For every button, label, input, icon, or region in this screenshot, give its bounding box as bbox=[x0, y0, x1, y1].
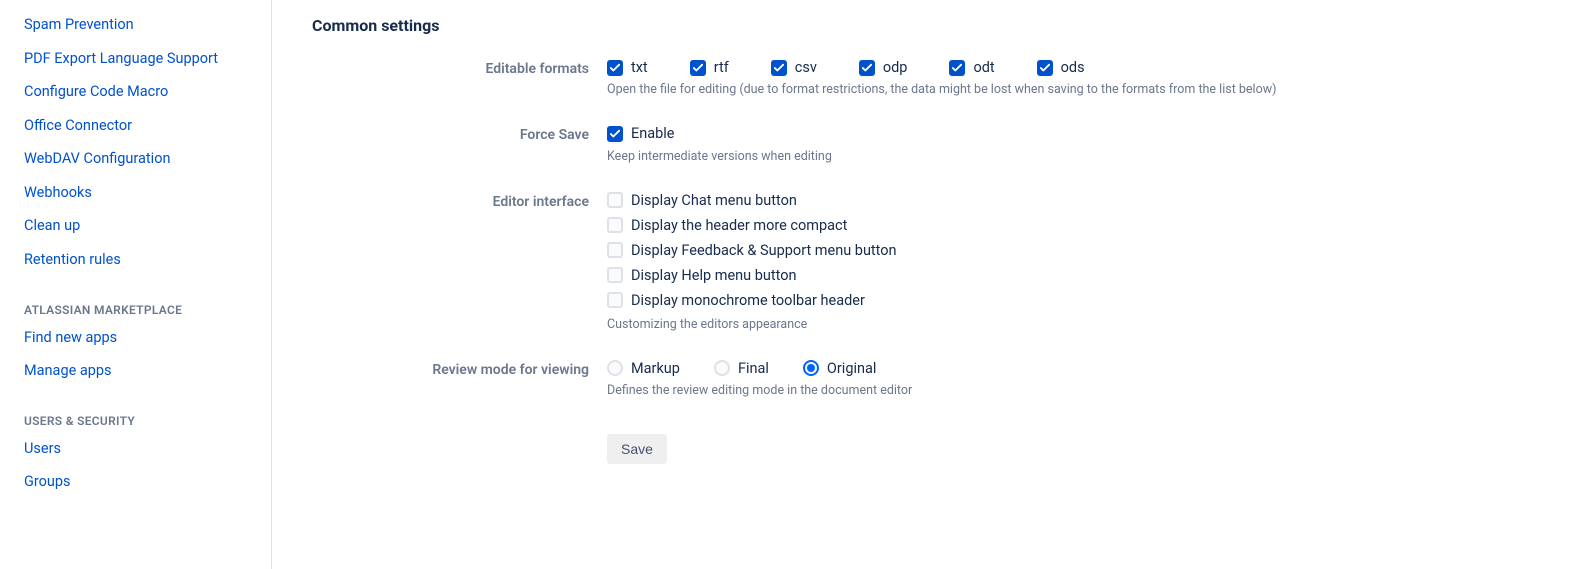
sidebar-item[interactable]: WebDAV Configuration bbox=[24, 142, 263, 176]
force-save-checkbox[interactable]: Enable bbox=[607, 125, 675, 142]
sidebar: Spam PreventionPDF Export Language Suppo… bbox=[0, 0, 272, 569]
save-button[interactable]: Save bbox=[607, 434, 667, 464]
sidebar-item[interactable]: Retention rules bbox=[24, 243, 263, 277]
editor-interface-group: Display Chat menu button Display the head… bbox=[607, 192, 1538, 309]
sidebar-item[interactable]: Groups bbox=[24, 465, 263, 499]
row-review-mode: Review mode for viewing Markup Final Origi… bbox=[312, 360, 1538, 420]
row-editor-interface: Editor interface Display Chat menu butto… bbox=[312, 192, 1538, 354]
checkbox-icon bbox=[607, 192, 623, 208]
checkbox-label: csv bbox=[795, 59, 817, 76]
checkbox-icon bbox=[690, 60, 706, 76]
checkbox-icon bbox=[607, 267, 623, 283]
editable-formats-group: txt rtf csv odp odt ods bbox=[607, 59, 1538, 76]
checkbox-icon bbox=[607, 126, 623, 142]
help-editor-interface: Customizing the editors appearance bbox=[607, 317, 1538, 332]
help-review-mode: Defines the review editing mode in the d… bbox=[607, 383, 1538, 398]
radio-icon bbox=[714, 360, 730, 376]
checkbox-icon bbox=[949, 60, 965, 76]
radio-icon bbox=[607, 360, 623, 376]
checkbox-icon bbox=[607, 217, 623, 233]
sidebar-item[interactable]: Webhooks bbox=[24, 176, 263, 210]
interface-checkbox[interactable]: Display the header more compact bbox=[607, 217, 1538, 234]
review-mode-radio[interactable]: Markup bbox=[607, 360, 680, 377]
checkbox-icon bbox=[771, 60, 787, 76]
label-force-save: Force Save bbox=[312, 125, 607, 143]
format-checkbox[interactable]: odt bbox=[949, 59, 994, 76]
row-save: Save bbox=[312, 426, 1538, 464]
sidebar-item[interactable]: Office Connector bbox=[24, 109, 263, 143]
row-force-save: Force Save Enable Keep intermediate vers… bbox=[312, 125, 1538, 186]
sidebar-heading: USERS & SECURITY bbox=[24, 414, 263, 428]
checkbox-label: ods bbox=[1061, 59, 1085, 76]
format-checkbox[interactable]: rtf bbox=[690, 59, 729, 76]
checkbox-icon bbox=[607, 292, 623, 308]
checkbox-label: Display monochrome toolbar header bbox=[631, 292, 865, 309]
help-editable-formats: Open the file for editing (due to format… bbox=[607, 82, 1538, 97]
radio-label: Final bbox=[738, 360, 769, 377]
format-checkbox[interactable]: txt bbox=[607, 59, 648, 76]
section-title: Common settings bbox=[312, 16, 1538, 35]
sidebar-item[interactable]: Manage apps bbox=[24, 354, 263, 388]
checkbox-label: Display Chat menu button bbox=[631, 192, 797, 209]
format-checkbox[interactable]: ods bbox=[1037, 59, 1085, 76]
review-mode-radio[interactable]: Original bbox=[803, 360, 877, 377]
checkbox-label: Display Help menu button bbox=[631, 267, 797, 284]
force-save-group: Enable bbox=[607, 125, 1538, 143]
label-review-mode: Review mode for viewing bbox=[312, 360, 607, 378]
checkbox-label: Display the header more compact bbox=[631, 217, 847, 234]
radio-label: Markup bbox=[631, 360, 680, 377]
radio-icon bbox=[803, 360, 819, 376]
label-editable-formats: Editable formats bbox=[312, 59, 607, 77]
checkbox-label: Display Feedback & Support menu button bbox=[631, 242, 897, 259]
sidebar-item[interactable]: Spam Prevention bbox=[24, 8, 263, 42]
sidebar-item[interactable]: PDF Export Language Support bbox=[24, 42, 263, 76]
review-mode-radio[interactable]: Final bbox=[714, 360, 769, 377]
interface-checkbox[interactable]: Display Feedback & Support menu button bbox=[607, 242, 1538, 259]
checkbox-icon bbox=[1037, 60, 1053, 76]
interface-checkbox[interactable]: Display Chat menu button bbox=[607, 192, 1538, 209]
checkbox-label: Enable bbox=[631, 125, 675, 142]
checkbox-label: rtf bbox=[714, 59, 729, 76]
sidebar-item[interactable]: Clean up bbox=[24, 209, 263, 243]
checkbox-label: odt bbox=[973, 59, 994, 76]
label-editor-interface: Editor interface bbox=[312, 192, 607, 210]
sidebar-item[interactable]: Find new apps bbox=[24, 321, 263, 355]
sidebar-heading: ATLASSIAN MARKETPLACE bbox=[24, 303, 263, 317]
interface-checkbox[interactable]: Display monochrome toolbar header bbox=[607, 292, 1538, 309]
format-checkbox[interactable]: csv bbox=[771, 59, 817, 76]
checkbox-label: odp bbox=[883, 59, 908, 76]
interface-checkbox[interactable]: Display Help menu button bbox=[607, 267, 1538, 284]
row-editable-formats: Editable formats txt rtf csv odp odt ods Open… bbox=[312, 59, 1538, 119]
sidebar-item[interactable]: Users bbox=[24, 432, 263, 466]
checkbox-icon bbox=[607, 60, 623, 76]
format-checkbox[interactable]: odp bbox=[859, 59, 908, 76]
checkbox-label: txt bbox=[631, 59, 648, 76]
radio-label: Original bbox=[827, 360, 877, 377]
sidebar-item[interactable]: Configure Code Macro bbox=[24, 75, 263, 109]
review-mode-group: Markup Final Original bbox=[607, 360, 1538, 377]
help-force-save: Keep intermediate versions when editing bbox=[607, 149, 1538, 164]
checkbox-icon bbox=[859, 60, 875, 76]
main-content: Common settings Editable formats txt rtf c… bbox=[272, 0, 1578, 569]
checkbox-icon bbox=[607, 242, 623, 258]
